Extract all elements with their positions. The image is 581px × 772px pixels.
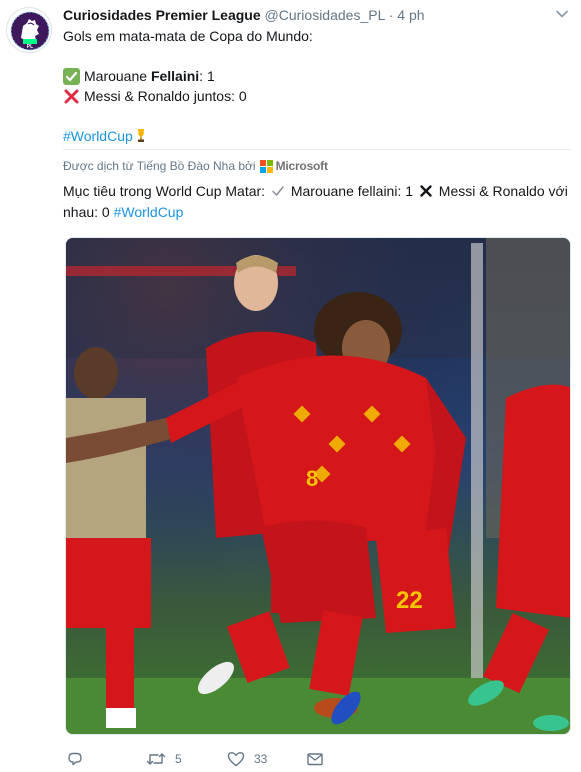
translation-divider (63, 149, 571, 150)
football-celebration-image: 8 22 (66, 238, 570, 734)
retweet-count: 5 (175, 752, 182, 766)
check-mark-button-icon (63, 67, 80, 85)
player-goals: : 1 (199, 68, 215, 84)
tweet-card[interactable]: PL Curiosidades Premier League @Curiosid… (0, 0, 581, 772)
player-last-name: Fellaini (150, 68, 200, 84)
translated-hashtag-link[interactable]: #WorldCup (114, 204, 184, 220)
tweet-text: Gols em mata-mata de Copa do Mundo: Maro… (63, 26, 563, 146)
cross-mark-icon (64, 89, 79, 103)
separator-dot: · (388, 7, 394, 23)
tweet-line-2: Marouane Fellaini : 1 (63, 66, 563, 86)
reply-icon (68, 752, 82, 766)
tweet-line-1: Gols em mata-mata de Copa do Mundo: (63, 28, 313, 44)
translated-part-1: Mục tiêu trong World Cup Matar: (63, 183, 266, 199)
tweet-photo[interactable]: 8 22 (65, 237, 571, 735)
microsoft-logo-icon (259, 159, 273, 173)
trophy-icon (137, 129, 144, 142)
account-avatar[interactable]: PL (6, 7, 52, 53)
reply-button[interactable] (67, 748, 92, 770)
tweet-line-3: Messi & Ronaldo juntos: 0 (63, 86, 563, 106)
svg-text:8: 8 (306, 466, 318, 491)
like-button[interactable]: 33 (227, 748, 267, 770)
account-handle[interactable]: @Curiosidades_PL (265, 7, 385, 23)
translated-text: Mục tiêu trong World Cup Matar: Marouane… (63, 181, 571, 223)
retweet-icon (146, 753, 166, 765)
tweet-header: Curiosidades Premier League @Curiosidade… (63, 5, 425, 25)
tweet-timestamp[interactable]: 4 ph (397, 7, 424, 23)
heart-icon (227, 752, 245, 767)
direct-message-button[interactable] (306, 748, 324, 770)
display-name[interactable]: Curiosidades Premier League (63, 7, 261, 23)
retweet-button[interactable]: 5 (146, 748, 182, 770)
heavy-cross-icon (420, 185, 432, 197)
translation-label: Được dịch từ Tiếng Bồ Đào Nha bởi (63, 159, 256, 173)
translation-attribution: Được dịch từ Tiếng Bồ Đào Nha bởi Micros… (63, 157, 328, 175)
translation-provider[interactable]: Microsoft (276, 159, 328, 173)
svg-text:22: 22 (396, 587, 423, 614)
messi-ronaldo-goals: Messi & Ronaldo juntos: 0 (84, 88, 247, 104)
hashtag-link[interactable]: #WorldCup (63, 126, 133, 146)
envelope-icon (307, 753, 323, 766)
svg-text:PL: PL (27, 44, 33, 50)
player-first-name: Marouane (84, 68, 151, 84)
like-count: 33 (254, 752, 268, 766)
tweet-line-hashtag: #WorldCup (63, 126, 563, 146)
premier-league-lion-icon: PL (8, 9, 51, 52)
tweet-actions: 5 33 (63, 748, 571, 770)
chevron-down-icon[interactable] (554, 6, 570, 22)
check-mark-icon (272, 186, 284, 196)
translated-part-2: Marouane fellaini: 1 (290, 183, 414, 199)
